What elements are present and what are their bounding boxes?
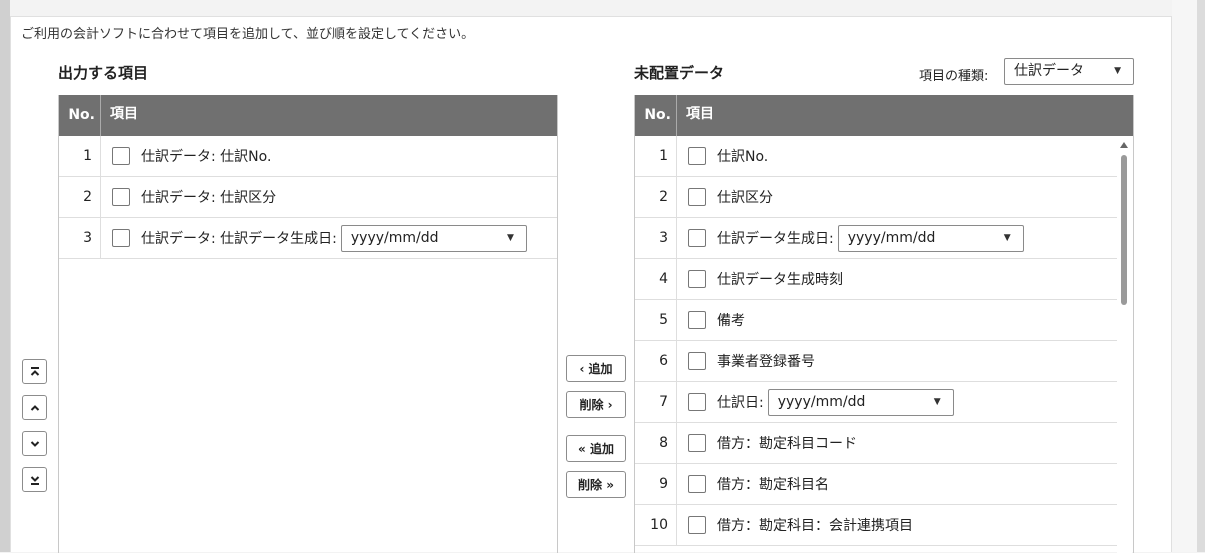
item-type-select[interactable]: 仕訳データ ▼ [1004,58,1134,85]
row-checkbox[interactable] [688,393,706,411]
row-label: 備考 [717,313,745,329]
row-label: 仕訳データ: 仕訳No. [141,149,272,165]
date-format-select[interactable]: yyyy/mm/dd ▼ [837,224,1024,252]
caret-down-icon: ▼ [1003,232,1011,243]
row-checkbox[interactable] [688,434,706,452]
unplaced-section-title: 未配置データ [634,64,725,82]
move-down-button[interactable] [22,431,47,456]
row-number: 6 [635,341,677,381]
unplaced-row-3[interactable]: 3 仕訳データ生成日: yyyy/mm/dd ▼ [635,218,1118,259]
row-number: 4 [635,259,677,299]
unplaced-row-4[interactable]: 4 仕訳データ生成時刻 [635,259,1118,300]
output-row-3[interactable]: 3 仕訳データ: 仕訳データ生成日: yyyy/mm/dd ▼ [59,218,557,259]
row-number: 9 [635,464,677,504]
row-checkbox[interactable] [688,229,706,247]
row-label: 借方：勘定科目コード [717,436,857,452]
caret-down-icon: ▼ [933,396,941,407]
row-label: 仕訳日: [717,395,764,411]
row-label: 仕訳データ生成日: [717,231,834,247]
row-number: 1 [59,136,101,176]
row-number: 7 [635,382,677,422]
row-label: 仕訳データ: 仕訳区分 [141,190,277,206]
unplaced-table-header: No. 項目 [635,95,1133,136]
unplaced-row-10[interactable]: 10 借方：勘定科目：会計連携項目 [635,505,1118,546]
right-gutter [1172,0,1197,552]
chevron-double-up-icon [30,366,39,376]
unplaced-row-2[interactable]: 2 仕訳区分 [635,177,1118,218]
chevron-up-icon [30,404,39,411]
date-format-select[interactable]: yyyy/mm/dd ▼ [340,224,527,252]
row-number: 3 [59,218,101,258]
row-checkbox[interactable] [688,516,706,534]
chevron-down-icon [30,440,39,447]
move-top-button[interactable] [22,359,47,384]
row-label: 事業者登録番号 [717,354,815,370]
window-scrollbar[interactable] [1197,0,1205,552]
add-all-button[interactable]: « 追加 [566,435,626,462]
output-table-header: No. 項目 [59,95,557,136]
row-number: 10 [635,505,677,545]
unplaced-header-item: 項目 [686,106,714,122]
row-checkbox[interactable] [112,147,130,165]
scroll-up-arrow-icon[interactable] [1120,142,1128,148]
caret-down-icon: ▼ [1114,66,1121,76]
scroll-thumb[interactable] [1121,155,1127,305]
left-edge-bar [0,0,10,552]
row-number: 1 [635,136,677,176]
output-header-item: 項目 [110,106,138,122]
output-row-2[interactable]: 2 仕訳データ: 仕訳区分 [59,177,557,218]
output-items-table: No. 項目 1 仕訳データ: 仕訳No. 2 仕訳データ: 仕訳区分 3 仕訳… [58,95,558,553]
unplaced-row-9[interactable]: 9 借方：勘定科目名 [635,464,1118,505]
remove-all-button[interactable]: 削除 » [566,471,626,498]
row-checkbox[interactable] [112,188,130,206]
date-format-select[interactable]: yyyy/mm/dd ▼ [767,388,954,416]
output-row-1[interactable]: 1 仕訳データ: 仕訳No. [59,136,557,177]
row-checkbox[interactable] [688,475,706,493]
row-number: 2 [59,177,101,217]
settings-panel: ご利用の会計ソフトに合わせて項目を追加して、並び順を設定してください。 出力する… [10,16,1172,553]
caret-down-icon: ▼ [506,232,514,243]
add-button[interactable]: ‹ 追加 [566,355,626,382]
unplaced-row-6[interactable]: 6 事業者登録番号 [635,341,1118,382]
row-label: 借方：勘定科目：会計連携項目 [717,518,913,534]
row-label: 借方：勘定科目名 [717,477,829,493]
instruction-text: ご利用の会計ソフトに合わせて項目を追加して、並び順を設定してください。 [21,27,475,42]
row-number: 2 [635,177,677,217]
row-checkbox[interactable] [112,229,130,247]
unplaced-row-1[interactable]: 1 仕訳No. [635,136,1118,177]
item-type-label: 項目の種類: [919,69,989,84]
row-label: 仕訳区分 [717,190,773,206]
row-checkbox[interactable] [688,188,706,206]
move-up-button[interactable] [22,395,47,420]
output-section-title: 出力する項目 [58,64,149,82]
move-bottom-button[interactable] [22,467,47,492]
unplaced-items-table: No. 項目 1 仕訳No. 2 仕訳区分 3 仕訳データ生成日: yyyy/m… [634,95,1134,553]
row-checkbox[interactable] [688,352,706,370]
row-label: 仕訳No. [717,149,769,165]
row-number: 8 [635,423,677,463]
row-checkbox[interactable] [688,270,706,288]
chevron-double-down-icon [30,475,39,485]
unplaced-header-no: No. [635,95,677,136]
row-checkbox[interactable] [688,147,706,165]
row-label: 仕訳データ生成時刻 [717,272,843,288]
unplaced-row-8[interactable]: 8 借方：勘定科目コード [635,423,1118,464]
output-header-no: No. [59,95,101,136]
unplaced-list-scrollbar[interactable] [1117,138,1132,553]
row-label: 仕訳データ: 仕訳データ生成日: [141,231,337,247]
unplaced-row-5[interactable]: 5 備考 [635,300,1118,341]
unplaced-row-7[interactable]: 7 仕訳日: yyyy/mm/dd ▼ [635,382,1118,423]
row-checkbox[interactable] [688,311,706,329]
row-number: 5 [635,300,677,340]
remove-button[interactable]: 削除 › [566,391,626,418]
row-number: 3 [635,218,677,258]
